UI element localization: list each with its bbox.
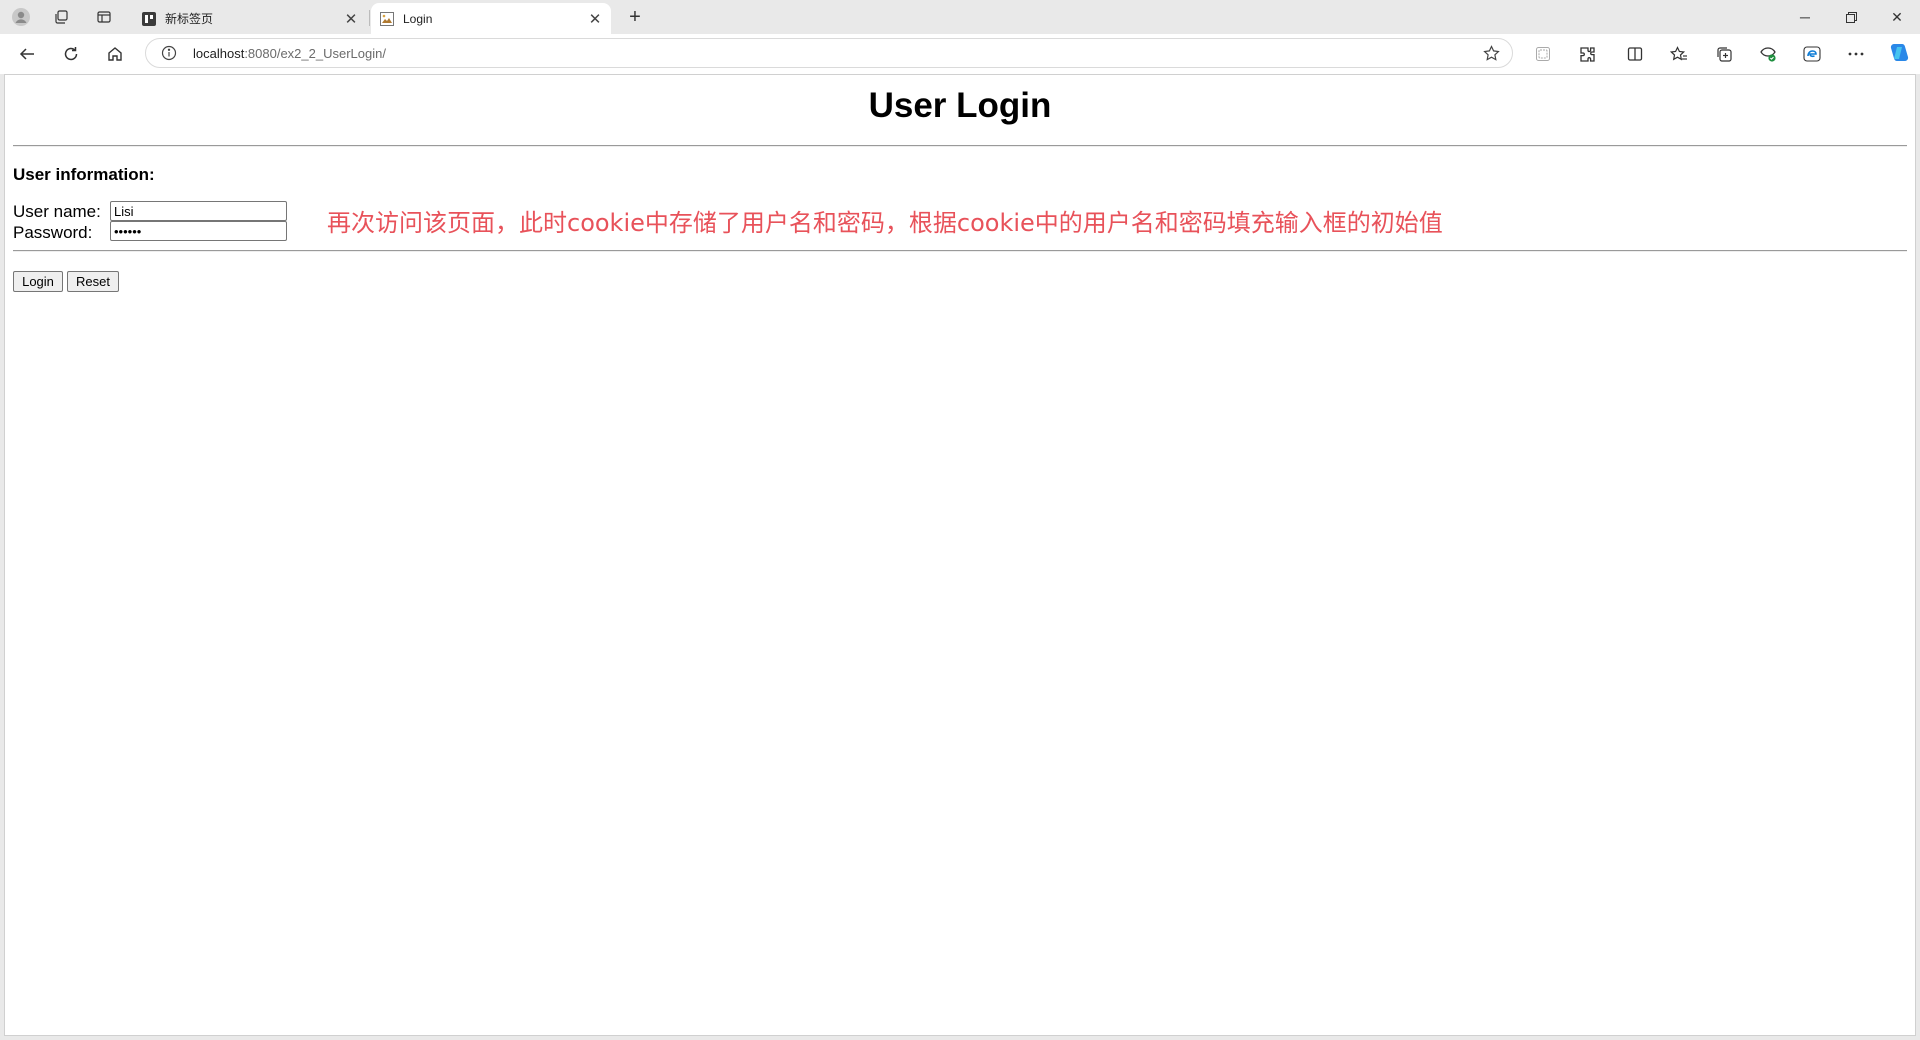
username-label: User name:	[13, 202, 101, 221]
login-button[interactable]: Login	[13, 271, 63, 292]
reset-button[interactable]: Reset	[67, 271, 119, 292]
tab-new-tab[interactable]: 新标签页 ✕	[133, 3, 367, 34]
section-title: User information:	[13, 165, 155, 184]
close-icon[interactable]: ✕	[585, 9, 605, 29]
password-label: Password:	[13, 223, 93, 242]
tab-separator	[369, 10, 370, 26]
back-icon[interactable]	[12, 40, 42, 68]
copilot-icon[interactable]	[1886, 40, 1912, 66]
workspaces-icon[interactable]	[51, 6, 73, 28]
url-host: localhost	[193, 46, 245, 61]
home-icon[interactable]	[100, 40, 130, 68]
tab-login[interactable]: Login ✕	[371, 3, 611, 34]
url-text[interactable]: localhost:8080/ex2_2_UserLogin/	[193, 46, 386, 61]
page-favicon-icon	[379, 11, 395, 27]
collections-icon[interactable]	[1713, 43, 1735, 65]
profile-icon[interactable]	[10, 6, 32, 28]
more-icon[interactable]	[1845, 43, 1867, 65]
divider	[13, 145, 1907, 147]
close-icon[interactable]: ✕	[341, 9, 361, 29]
browser-toolbar: localhost:8080/ex2_2_UserLogin/	[0, 34, 1920, 74]
split-screen-icon[interactable]	[1624, 43, 1646, 65]
favorites-icon[interactable]	[1668, 43, 1690, 65]
restore-icon[interactable]	[1828, 0, 1874, 34]
divider	[13, 250, 1907, 252]
tab-title: Login	[403, 11, 433, 26]
annotation-note: 再次访问该页面，此时cookie中存储了用户名和密码，根据cookie中的用户名…	[327, 209, 1443, 237]
edge-icon[interactable]	[1801, 43, 1823, 65]
favorite-star-icon[interactable]	[1482, 44, 1500, 62]
new-tab-plus-icon[interactable]: +	[622, 5, 648, 29]
minimize-icon[interactable]: ─	[1782, 0, 1828, 34]
new-tab-favicon-icon	[141, 11, 157, 27]
app-available-icon[interactable]	[1532, 43, 1554, 65]
browser-essentials-icon[interactable]	[1757, 43, 1779, 65]
window-close-icon[interactable]: ✕	[1874, 0, 1920, 34]
refresh-icon[interactable]	[56, 40, 86, 68]
address-bar[interactable]: localhost:8080/ex2_2_UserLogin/	[145, 38, 1513, 68]
url-path: :8080/ex2_2_UserLogin/	[244, 46, 386, 61]
page-viewport: User Login User information: User name: …	[4, 74, 1916, 1036]
password-input[interactable]	[110, 221, 287, 241]
tab-actions-icon[interactable]	[93, 6, 115, 28]
tab-strip: 新标签页 ✕ Login ✕ + ─ ✕	[0, 0, 1920, 34]
page-title: User Login	[868, 86, 1052, 125]
tab-title: 新标签页	[165, 12, 214, 26]
extensions-icon[interactable]	[1576, 43, 1598, 65]
username-input[interactable]	[110, 201, 287, 221]
site-info-icon[interactable]	[160, 44, 178, 62]
